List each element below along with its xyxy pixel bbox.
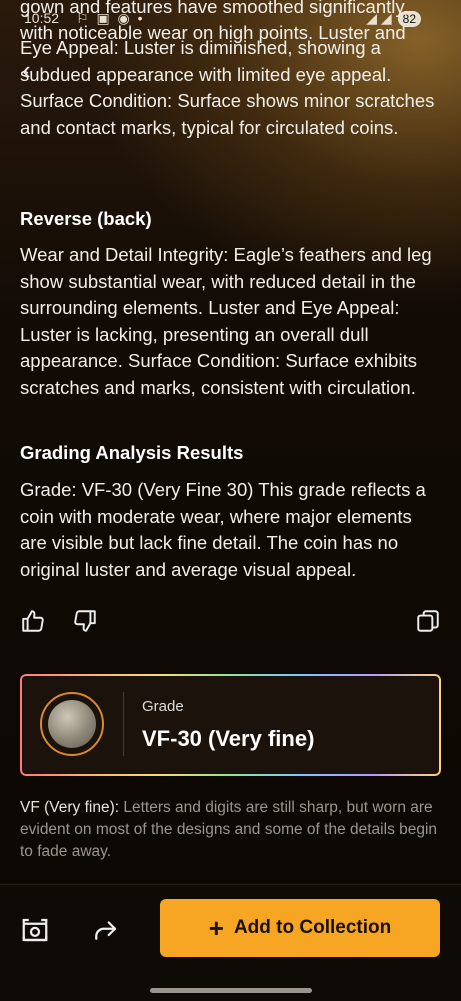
obverse-text: Eye Appeal: Luster is diminished, showin… (20, 37, 435, 138)
obverse-fragment-1: gown and features have smoothed signific… (20, 0, 409, 17)
grade-value: VF-30 (Very fine) (142, 726, 315, 751)
card-divider (123, 692, 124, 756)
thumbs-down-icon[interactable] (72, 608, 98, 634)
add-to-collection-button[interactable]: + Add to Collection (160, 899, 440, 957)
home-indicator[interactable] (150, 988, 312, 993)
bottom-bar: + Add to Collection (0, 884, 461, 1001)
analysis-title: Grading Analysis Results (20, 442, 244, 463)
scan-camera-icon[interactable] (20, 915, 50, 945)
feedback-actions (20, 608, 441, 638)
share-icon[interactable] (90, 915, 120, 945)
coin-image (48, 700, 96, 748)
grade-description-lead: VF (Very fine): (20, 799, 120, 816)
coin-thumbnail (40, 692, 104, 756)
grade-label: Grade (142, 698, 184, 715)
copy-icon[interactable] (415, 608, 441, 634)
grade-card[interactable]: Grade VF-30 (Very fine) (20, 674, 441, 776)
plus-icon: + (208, 913, 224, 943)
thumbs-up-icon[interactable] (20, 608, 46, 634)
grade-description: VF (Very fine): Letters and digits are s… (20, 797, 441, 863)
back-chevron-icon[interactable]: ‹ (22, 57, 44, 83)
add-to-collection-label: Add to Collection (233, 917, 392, 938)
reverse-title: Reverse (back) (20, 208, 152, 229)
reverse-text: Wear and Detail Integrity: Eagle’s feath… (20, 244, 432, 398)
analysis-text: Grade: VF-30 (Very Fine 30) This grade r… (20, 479, 426, 580)
